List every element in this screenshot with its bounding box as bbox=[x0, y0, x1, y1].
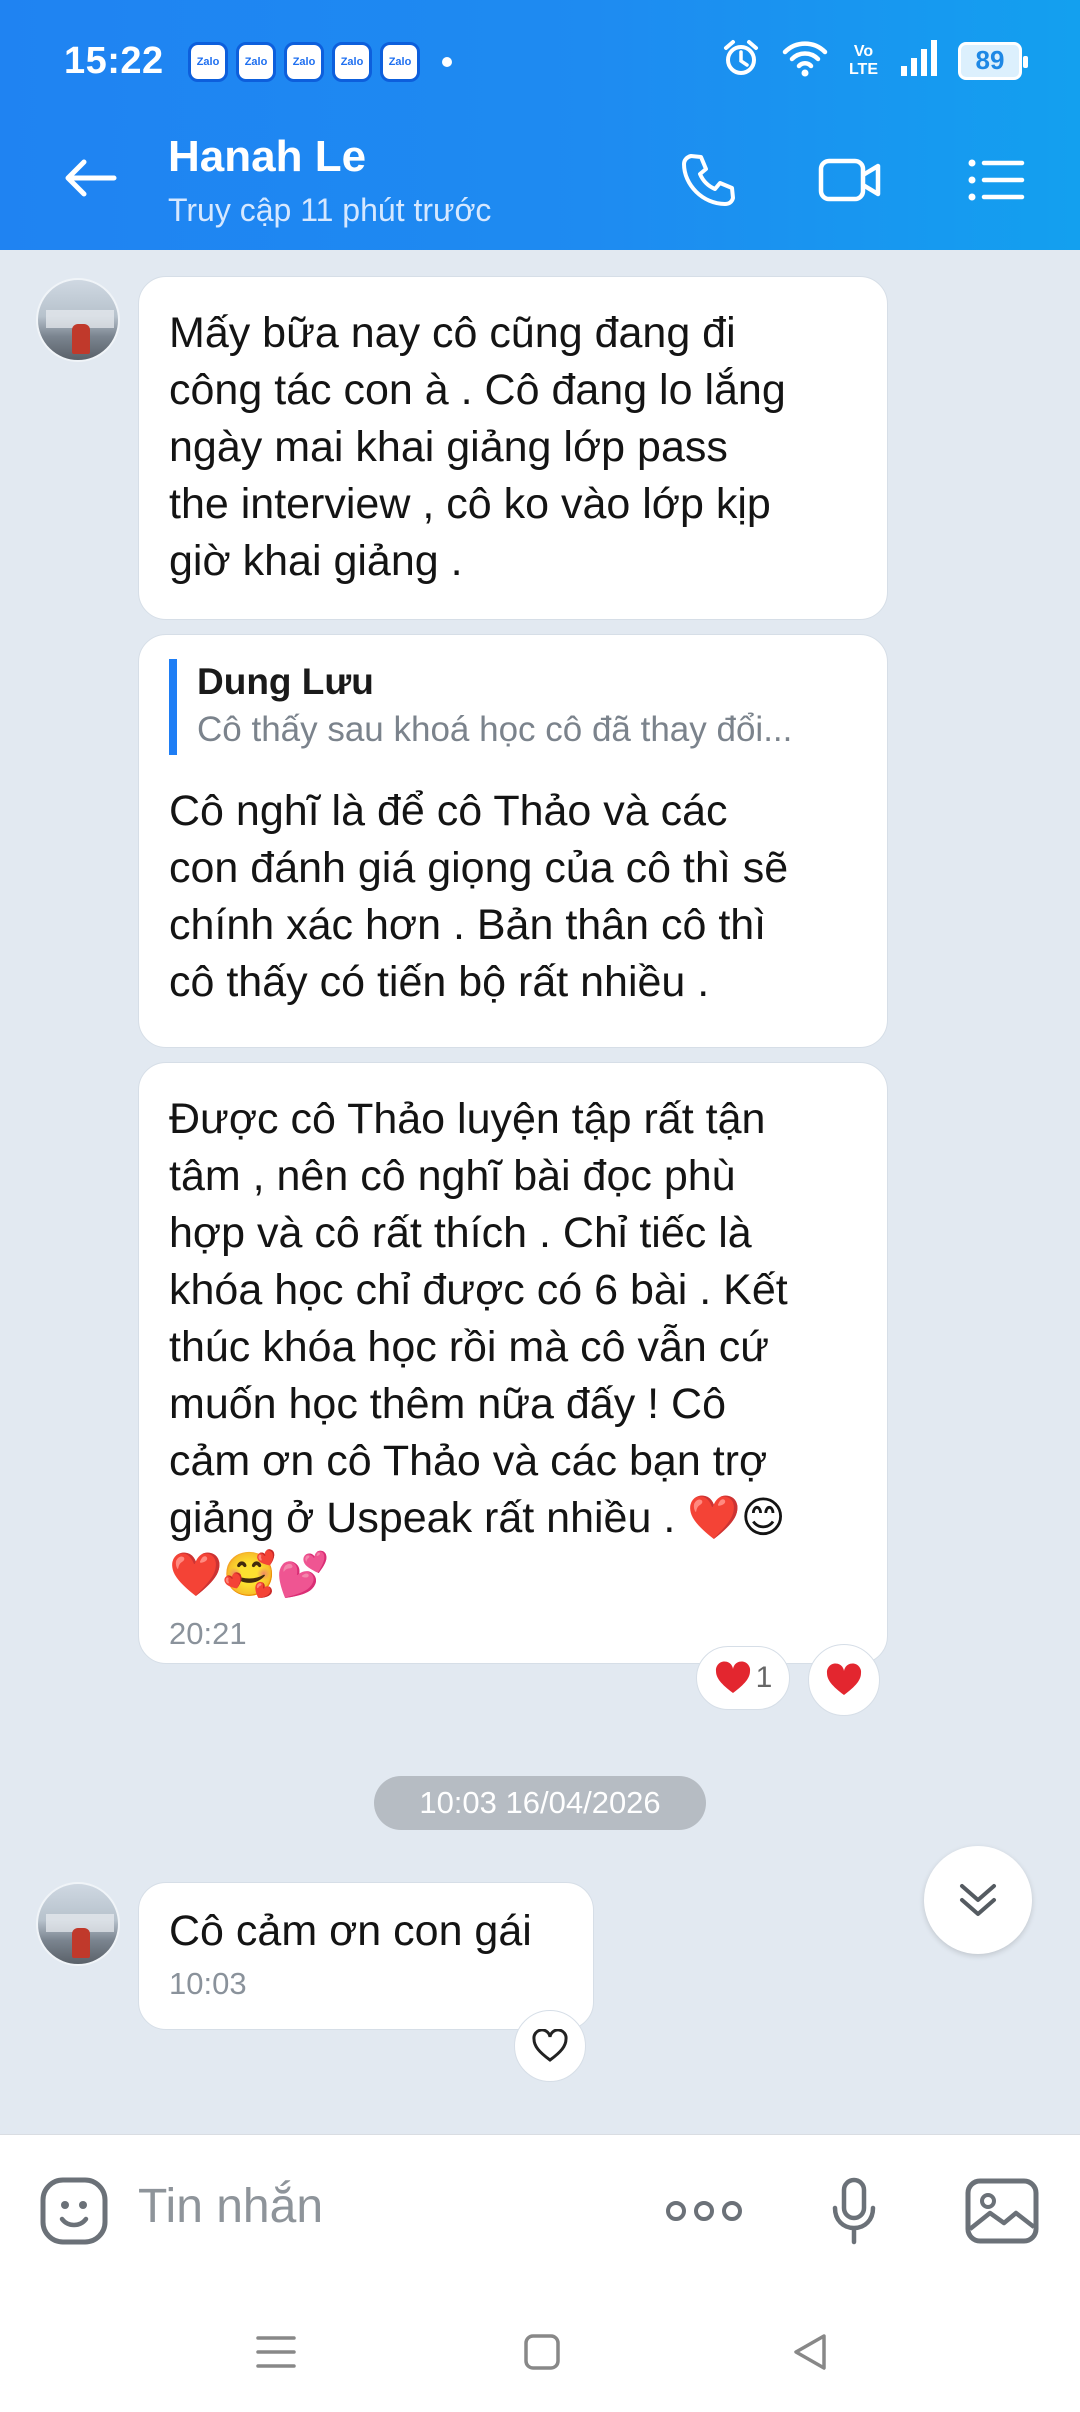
more-options-button[interactable] bbox=[664, 2171, 744, 2251]
battery-icon: 89 bbox=[958, 41, 1028, 80]
message-bubble[interactable]: Dung Lưu Cô thấy sau khoá học cô đã thay… bbox=[138, 634, 888, 1048]
message-time: 10:03 bbox=[169, 1966, 247, 2001]
message-text: Cô nghĩ là để cô Thảo và các con đánh gi… bbox=[169, 787, 789, 1006]
back-button[interactable] bbox=[60, 148, 120, 208]
call-button[interactable] bbox=[676, 148, 740, 212]
phone-icon bbox=[682, 154, 735, 206]
contact-last-seen: Truy cập 11 phút trước bbox=[168, 192, 492, 228]
message-composer: Tin nhắn bbox=[0, 2134, 1080, 2286]
more-dots-icon bbox=[666, 2201, 742, 2221]
zalo-notification-icon: Zalo bbox=[380, 42, 420, 82]
photo-button[interactable] bbox=[962, 2171, 1042, 2251]
more-notifications-dot bbox=[442, 57, 452, 67]
quote-author: Dung Lưu bbox=[197, 661, 374, 702]
emoji-hearts: ❤️🥰💕 bbox=[169, 1550, 330, 1600]
alarm-icon bbox=[721, 38, 761, 83]
voice-message-button[interactable] bbox=[814, 2171, 894, 2251]
heart-icon bbox=[715, 1661, 750, 1693]
zalo-notification-icon: Zalo bbox=[188, 42, 228, 82]
back-triangle-icon bbox=[794, 2334, 826, 2370]
back-nav-button[interactable] bbox=[780, 2322, 840, 2382]
emoji-heart-smile: ❤️😊 bbox=[687, 1493, 786, 1543]
emoji-sticker-button[interactable] bbox=[34, 2171, 114, 2251]
message-text: Cô cảm ơn con gái bbox=[169, 1907, 532, 1955]
message-input[interactable]: Tin nhắn bbox=[138, 2179, 323, 2234]
message-text: Được cô Thảo luyện tập rất tận tâm , nên… bbox=[169, 1091, 857, 1547]
message-bubble[interactable]: Cô cảm ơn con gái 10:03 bbox=[138, 1882, 594, 2030]
contact-avatar[interactable] bbox=[36, 1882, 120, 1966]
sticker-icon bbox=[40, 2177, 108, 2245]
contact-avatar[interactable] bbox=[36, 278, 120, 362]
heart-icon bbox=[826, 1663, 862, 1695]
home-button[interactable] bbox=[512, 2322, 572, 2382]
recent-apps-button[interactable] bbox=[246, 2322, 306, 2382]
home-square-icon bbox=[524, 2334, 560, 2370]
notification-icons: Zalo Zalo Zalo Zalo Zalo bbox=[188, 42, 452, 82]
message-bubble[interactable]: Mấy bữa nay cô cũng đang đi công tác con… bbox=[138, 276, 888, 620]
back-arrow-icon bbox=[65, 159, 117, 197]
date-separator: 10:03 16/04/2026 bbox=[374, 1776, 706, 1830]
reaction-count: 1 bbox=[755, 1661, 773, 1694]
quoted-message[interactable]: Dung Lưu Cô thấy sau khoá học cô đã thay… bbox=[169, 659, 857, 755]
message-bubble[interactable]: Được cô Thảo luyện tập rất tận tâm , nên… bbox=[138, 1062, 888, 1664]
menu-list-icon bbox=[968, 159, 1025, 201]
video-call-button[interactable] bbox=[818, 148, 882, 212]
react-button[interactable] bbox=[514, 2010, 586, 2082]
video-call-icon bbox=[818, 158, 881, 202]
status-right-icons: Vo LTE 89 bbox=[721, 38, 1028, 83]
chat-header: 15:22 Zalo Zalo Zalo Zalo Zalo VoLTE 89 bbox=[0, 0, 1080, 250]
contact-name: Hanah Le bbox=[168, 132, 367, 181]
microphone-icon bbox=[832, 2177, 876, 2245]
options-button[interactable] bbox=[964, 148, 1028, 212]
double-chevron-down-icon bbox=[960, 1884, 996, 1916]
reaction-summary[interactable]: 1 bbox=[696, 1646, 790, 1710]
status-time: 15:22 bbox=[64, 40, 164, 82]
image-icon bbox=[965, 2178, 1039, 2244]
signal-icon bbox=[898, 38, 938, 83]
zalo-notification-icon: Zalo bbox=[236, 42, 276, 82]
volte-indicator: Vo LTE bbox=[848, 42, 878, 78]
contact-info[interactable]: Hanah Le Truy cập 11 phút trước bbox=[168, 132, 491, 229]
system-nav-bar bbox=[0, 2286, 1080, 2412]
message-text: Mấy bữa nay cô cũng đang đi công tác con… bbox=[169, 309, 786, 585]
zalo-notification-icon: Zalo bbox=[332, 42, 372, 82]
status-bar: 15:22 Zalo Zalo Zalo Zalo Zalo Vo LTE 89 bbox=[0, 30, 1080, 94]
quote-text: Cô thấy sau khoá học cô đã thay đổi... bbox=[197, 710, 793, 749]
recents-icon bbox=[256, 2336, 296, 2368]
zalo-notification-icon: Zalo bbox=[284, 42, 324, 82]
react-button[interactable] bbox=[808, 1644, 880, 1716]
scroll-to-bottom-button[interactable] bbox=[924, 1846, 1032, 1954]
wifi-icon bbox=[781, 38, 829, 83]
heart-outline-icon bbox=[532, 2029, 568, 2062]
